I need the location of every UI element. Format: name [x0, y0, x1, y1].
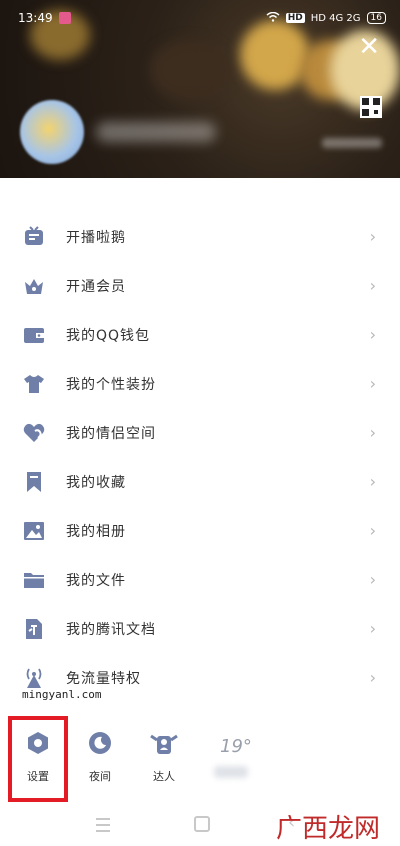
tv-icon — [22, 225, 46, 249]
status-bar: 13:49 HD HD 4G 2G 16 — [18, 8, 386, 28]
expert-badge-icon — [149, 730, 179, 760]
home-nav-icon[interactable] — [194, 816, 210, 832]
menu-item[interactable]: 开通会员 › — [0, 261, 400, 310]
chevron-right-icon: › — [369, 570, 376, 589]
chevron-right-icon: › — [369, 374, 376, 393]
menu-item[interactable]: 我的个性装扮 › — [0, 359, 400, 408]
shirt-icon — [22, 372, 46, 396]
battery-icon: 16 — [366, 12, 386, 24]
expert-label: 达人 — [153, 770, 175, 783]
menu-item-label: 我的情侣空间 — [66, 425, 156, 442]
settings-highlight-box — [8, 716, 68, 802]
menu-item[interactable]: 我的QQ钱包 › — [0, 310, 400, 359]
photo-icon — [22, 519, 46, 543]
folder-icon — [22, 568, 46, 592]
document-icon — [22, 617, 46, 641]
bookmark-icon — [22, 470, 46, 494]
chevron-right-icon: › — [369, 325, 376, 344]
menu-item-label: 我的个性装扮 — [66, 376, 156, 393]
nickname — [96, 122, 216, 142]
avatar[interactable] — [20, 100, 84, 164]
chevron-right-icon: › — [369, 227, 376, 246]
menu-item[interactable]: 我的收藏 › — [0, 457, 400, 506]
expert-button[interactable]: 达人 — [134, 718, 194, 784]
watermark-text: mingyanl.com — [22, 688, 102, 701]
menu-item[interactable]: 开播啦鹅 › — [0, 212, 400, 261]
menu-item-label: 开通会员 — [66, 278, 126, 295]
chevron-right-icon: › — [369, 619, 376, 638]
chevron-right-icon: › — [369, 423, 376, 442]
weather-location — [214, 766, 248, 778]
menu-item-label: 开播啦鹅 — [66, 229, 126, 246]
menu-item[interactable]: 我的相册 › — [0, 506, 400, 555]
close-button[interactable]: ✕ — [358, 34, 380, 60]
status-time: 13:49 — [18, 11, 53, 25]
menu-item-label: 我的QQ钱包 — [66, 327, 151, 344]
heart-icon — [22, 421, 46, 445]
menu-item-label: 我的腾讯文档 — [66, 621, 156, 638]
menu-nav-icon[interactable] — [96, 818, 110, 836]
profile-header[interactable]: 13:49 HD HD 4G 2G 16 ✕ — [0, 0, 400, 178]
menu-item[interactable]: 我的文件 › — [0, 555, 400, 604]
menu-item-label: 我的文件 — [66, 572, 126, 589]
signal-info: HD 4G 2G — [310, 12, 361, 24]
header-caption — [322, 138, 382, 148]
weather-temperature[interactable]: 19° — [220, 736, 252, 757]
menu-list: 开播啦鹅 › 开通会员 › 我的QQ钱包 › 我的个性装扮 › 我的情侣空间 ›… — [0, 212, 400, 702]
system-nav-bar: ‹ 广西龙网 — [0, 808, 400, 846]
chevron-right-icon: › — [369, 668, 376, 687]
menu-item[interactable]: 我的腾讯文档 › — [0, 604, 400, 653]
moon-icon — [87, 730, 113, 760]
notification-icon — [58, 12, 71, 24]
brand-watermark: 广西龙网 — [275, 814, 380, 844]
wifi-icon — [266, 11, 280, 25]
antenna-icon — [22, 666, 46, 690]
menu-item-label: 免流量特权 — [66, 670, 141, 687]
crown-icon — [22, 274, 46, 298]
night-mode-button[interactable]: 夜间 — [70, 718, 130, 784]
menu-item[interactable]: 我的情侣空间 › — [0, 408, 400, 457]
chevron-right-icon: › — [369, 276, 376, 295]
qr-code-icon[interactable] — [360, 96, 382, 118]
wallet-icon — [22, 323, 46, 347]
menu-item-label: 我的相册 — [66, 523, 126, 540]
night-label: 夜间 — [89, 770, 111, 783]
hd-badge: HD — [285, 13, 305, 23]
chevron-right-icon: › — [369, 521, 376, 540]
menu-item-label: 我的收藏 — [66, 474, 126, 491]
chevron-right-icon: › — [369, 472, 376, 491]
